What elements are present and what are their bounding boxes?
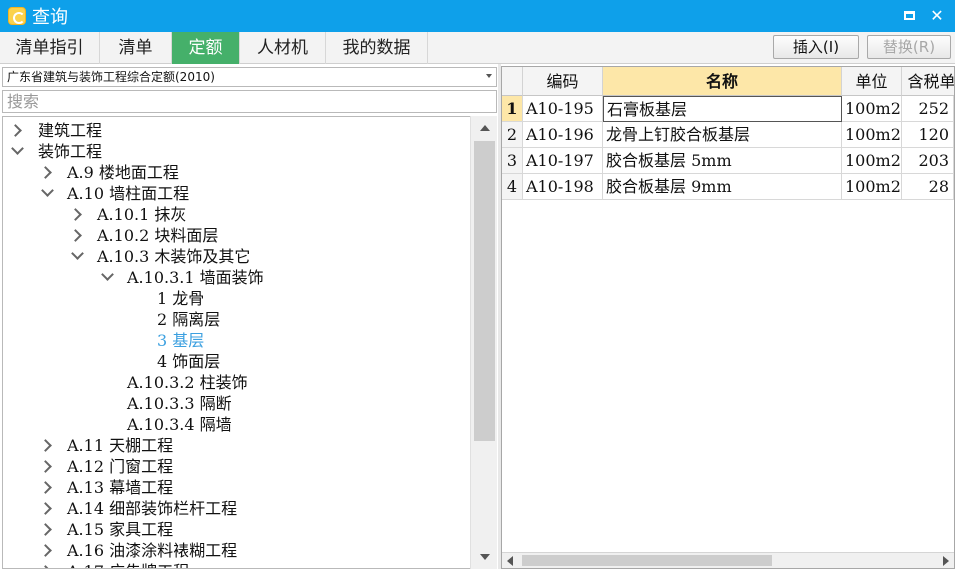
chevron-right-icon[interactable] [39, 544, 52, 557]
insert-button[interactable]: 插入(I) [773, 35, 859, 59]
chevron-right-icon[interactable] [39, 166, 52, 179]
quota-library-value: 广东省建筑与装饰工程综合定额(2010) [7, 70, 215, 84]
tab-list-guide[interactable]: 清单指引 [0, 32, 100, 64]
grid-horizontal-scrollbar[interactable] [502, 552, 954, 568]
grid-cell-price[interactable]: 120 [902, 122, 954, 148]
tree-node[interactable]: 建筑工程 [38, 120, 102, 141]
chevron-right-icon[interactable] [69, 208, 82, 221]
window-title: 查询 [32, 7, 68, 28]
search-input[interactable]: 搜索 [2, 90, 497, 113]
chevron-right-icon[interactable] [39, 439, 52, 452]
scroll-up-icon[interactable] [471, 116, 498, 140]
grid-cell-name[interactable]: 胶合板基层 5mm [603, 148, 842, 174]
tree-node[interactable]: A.10.3.3 隔断 [127, 393, 232, 414]
grid-cell-price[interactable]: 203 [902, 148, 954, 174]
tree-node[interactable]: A.9 楼地面工程 [67, 162, 179, 183]
grid-cell-rownum[interactable]: 4 [502, 174, 523, 200]
tree-node[interactable]: A.15 家具工程 [67, 519, 173, 540]
grid-cell-price[interactable]: 28 [902, 174, 954, 200]
tree-node[interactable]: A.10.3.4 隔墙 [127, 414, 232, 435]
grid-cell-price[interactable]: 252 [902, 96, 954, 122]
tree-node[interactable]: A.11 天棚工程 [67, 435, 173, 456]
tree-node[interactable]: A.17 广告牌工程 [67, 561, 189, 568]
grid-cell-rownum[interactable]: 1 [502, 96, 523, 122]
tree-node[interactable]: A.10.1 抹灰 [97, 204, 186, 225]
grid-header-rownum [502, 67, 523, 96]
chevron-right-icon[interactable] [39, 460, 52, 473]
maximize-icon[interactable] [901, 8, 917, 24]
tree-vertical-scrollbar[interactable] [470, 116, 497, 569]
chevron-down-icon[interactable] [41, 184, 54, 197]
chevron-down-icon[interactable] [11, 142, 24, 155]
scroll-thumb[interactable] [522, 555, 772, 566]
grid-cell-unit[interactable]: 100m2 [842, 148, 902, 174]
tab-list[interactable]: 清单 [100, 32, 172, 64]
grid-cell-rownum[interactable]: 2 [502, 122, 523, 148]
title-bar: 查询 ✕ [0, 0, 955, 32]
tree-node[interactable]: A.14 细部装饰栏杆工程 [67, 498, 237, 519]
chevron-right-icon[interactable] [39, 481, 52, 494]
quota-library-select[interactable]: 广东省建筑与装饰工程综合定额(2010) [2, 67, 497, 87]
tree-node[interactable]: A.10.3.2 柱装饰 [127, 372, 248, 393]
grid-cell-unit[interactable]: 100m2 [842, 122, 902, 148]
tree-node[interactable]: A.10.2 块料面层 [97, 225, 218, 246]
grid-cell-unit[interactable]: 100m2 [842, 96, 902, 122]
scroll-left-icon[interactable] [507, 556, 513, 566]
scroll-right-icon[interactable] [943, 556, 949, 566]
grid-header-unit[interactable]: 单位 [842, 67, 902, 96]
tree-node[interactable]: 2 隔离层 [157, 309, 220, 330]
chevron-right-icon[interactable] [39, 523, 52, 536]
chevron-down-icon[interactable] [71, 247, 84, 260]
grid-header-code[interactable]: 编码 [523, 67, 603, 96]
replace-button[interactable]: 替换(R) [867, 35, 951, 59]
tree-node[interactable]: A.13 幕墙工程 [67, 477, 173, 498]
tree-node[interactable]: 4 饰面层 [157, 351, 220, 372]
grid-header-price[interactable]: 含税单 [902, 67, 954, 96]
chevron-right-icon[interactable] [69, 229, 82, 242]
chevron-right-icon[interactable] [9, 124, 22, 137]
tree-node[interactable]: 装饰工程 [38, 141, 102, 162]
scroll-thumb[interactable] [474, 141, 495, 441]
tree-node[interactable]: A.12 门窗工程 [67, 456, 173, 477]
tree-node[interactable]: A.16 油漆涂料裱糊工程 [67, 540, 237, 561]
chevron-down-icon [486, 74, 492, 78]
tab-bar: 清单指引 清单 定额 人材机 我的数据 插入(I) 替换(R) [0, 32, 955, 64]
quota-grid: 编码 名称 单位 含税单 1 A10-195 石膏板基层 100m2 252 2 A10-1… [501, 66, 955, 569]
grid-cell-code[interactable]: A10-197 [523, 148, 603, 174]
chevron-down-icon[interactable] [101, 268, 114, 281]
grid-cell-name[interactable]: 龙骨上钉胶合板基层 [603, 122, 842, 148]
grid-cell-code[interactable]: A10-198 [523, 174, 603, 200]
grid-cell-code[interactable]: A10-195 [523, 96, 603, 122]
tree-node[interactable]: A.10.3 木装饰及其它 [97, 246, 250, 267]
chevron-right-icon[interactable] [39, 502, 52, 515]
tree-node[interactable]: A.10.3.1 墙面装饰 [127, 267, 264, 288]
quota-tree[interactable]: 建筑工程 装饰工程 A.9 楼地面工程 A.10 墙柱面工程 A.10.1 抹灰 A.10… [2, 116, 497, 569]
tree-node[interactable]: A.10 墙柱面工程 [67, 183, 189, 204]
chevron-right-icon[interactable] [39, 565, 52, 568]
app-icon [8, 7, 26, 25]
grid-cell-unit[interactable]: 100m2 [842, 174, 902, 200]
tab-my-data[interactable]: 我的数据 [326, 32, 428, 64]
tree-node[interactable]: 3 基层 [157, 330, 204, 351]
grid-header-name[interactable]: 名称 [603, 67, 842, 96]
tab-labor-material-machine[interactable]: 人材机 [240, 32, 326, 64]
grid-cell-name[interactable]: 石膏板基层 [603, 96, 842, 122]
tree-node[interactable]: 1 龙骨 [157, 288, 204, 309]
grid-cell-name[interactable]: 胶合板基层 9mm [603, 174, 842, 200]
close-icon[interactable]: ✕ [929, 8, 945, 24]
tab-quota[interactable]: 定额 [172, 32, 240, 64]
scroll-down-icon[interactable] [471, 545, 498, 569]
grid-cell-rownum[interactable]: 3 [502, 148, 523, 174]
grid-cell-code[interactable]: A10-196 [523, 122, 603, 148]
